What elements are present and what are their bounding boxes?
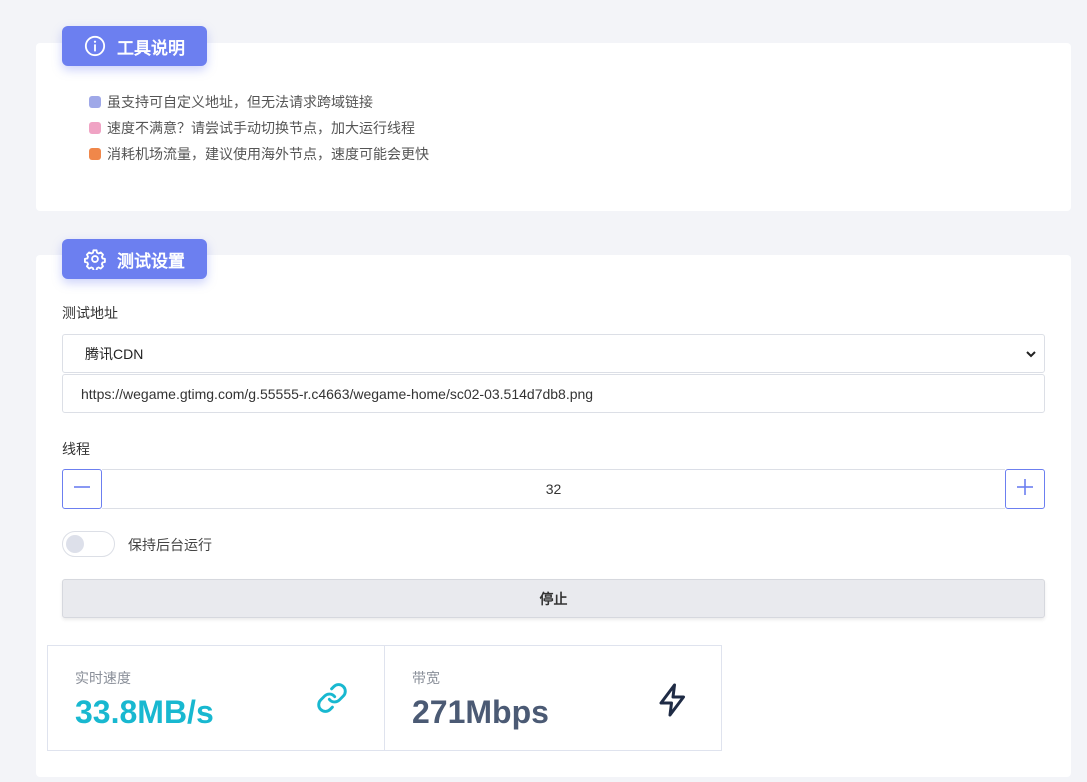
tip-item: 虽支持可自定义地址，但无法请求跨域链接 xyxy=(89,89,429,115)
threads-input[interactable]: 32 xyxy=(102,469,1005,509)
info-circle-icon xyxy=(84,35,106,57)
link-icon xyxy=(316,682,348,719)
threads-label: 线程 xyxy=(62,441,90,457)
address-url-value: https://wegame.gtimg.com/g.55555-r.c4663… xyxy=(81,385,594,402)
bandwidth-stat-card: 带宽 271Mbps xyxy=(384,645,722,751)
speed-stat-card: 实时速度 33.8MB/s xyxy=(47,645,385,751)
plus-icon xyxy=(1016,478,1034,501)
address-label: 测试地址 xyxy=(62,305,118,321)
settings-section-badge: 测试设置 xyxy=(62,239,207,279)
info-section-badge: 工具说明 xyxy=(62,26,207,66)
gear-icon xyxy=(84,248,106,270)
tip-text: 速度不满意？请尝试手动切换节点，加大运行线程 xyxy=(107,120,415,136)
threads-value: 32 xyxy=(545,481,562,497)
tip-marker xyxy=(89,148,101,160)
toggle-knob xyxy=(66,535,84,553)
background-run-toggle[interactable] xyxy=(62,531,115,557)
lightning-icon xyxy=(655,682,691,723)
minus-icon xyxy=(73,478,91,501)
bandwidth-label: 带宽 xyxy=(412,670,440,686)
threads-increment-button[interactable] xyxy=(1005,469,1045,509)
tip-item: 速度不满意？请尝试手动切换节点，加大运行线程 xyxy=(89,115,429,141)
settings-section-title: 测试设置 xyxy=(117,251,185,271)
threads-decrement-button[interactable] xyxy=(62,469,102,509)
stop-button[interactable]: 停止 xyxy=(62,579,1045,618)
info-section-title: 工具说明 xyxy=(117,38,185,58)
speed-label: 实时速度 xyxy=(75,670,131,686)
background-run-label: 保持后台运行 xyxy=(128,537,212,553)
tip-text: 虽支持可自定义地址，但无法请求跨域链接 xyxy=(107,94,373,110)
tip-marker xyxy=(89,122,101,134)
tip-marker xyxy=(89,96,101,108)
tips-list: 虽支持可自定义地址，但无法请求跨域链接 速度不满意？请尝试手动切换节点，加大运行… xyxy=(89,89,429,167)
bandwidth-value: 271Mbps xyxy=(412,694,549,730)
address-select[interactable]: 腾讯CDN xyxy=(62,334,1045,373)
tip-text: 消耗机场流量，建议使用海外节点，速度可能会更快 xyxy=(107,146,429,162)
address-select-value: 腾讯CDN xyxy=(85,345,144,362)
address-url-input[interactable]: https://wegame.gtimg.com/g.55555-r.c4663… xyxy=(62,374,1045,413)
tip-item: 消耗机场流量，建议使用海外节点，速度可能会更快 xyxy=(89,141,429,167)
chevron-down-icon xyxy=(1024,347,1038,364)
speed-value: 33.8MB/s xyxy=(75,694,214,730)
